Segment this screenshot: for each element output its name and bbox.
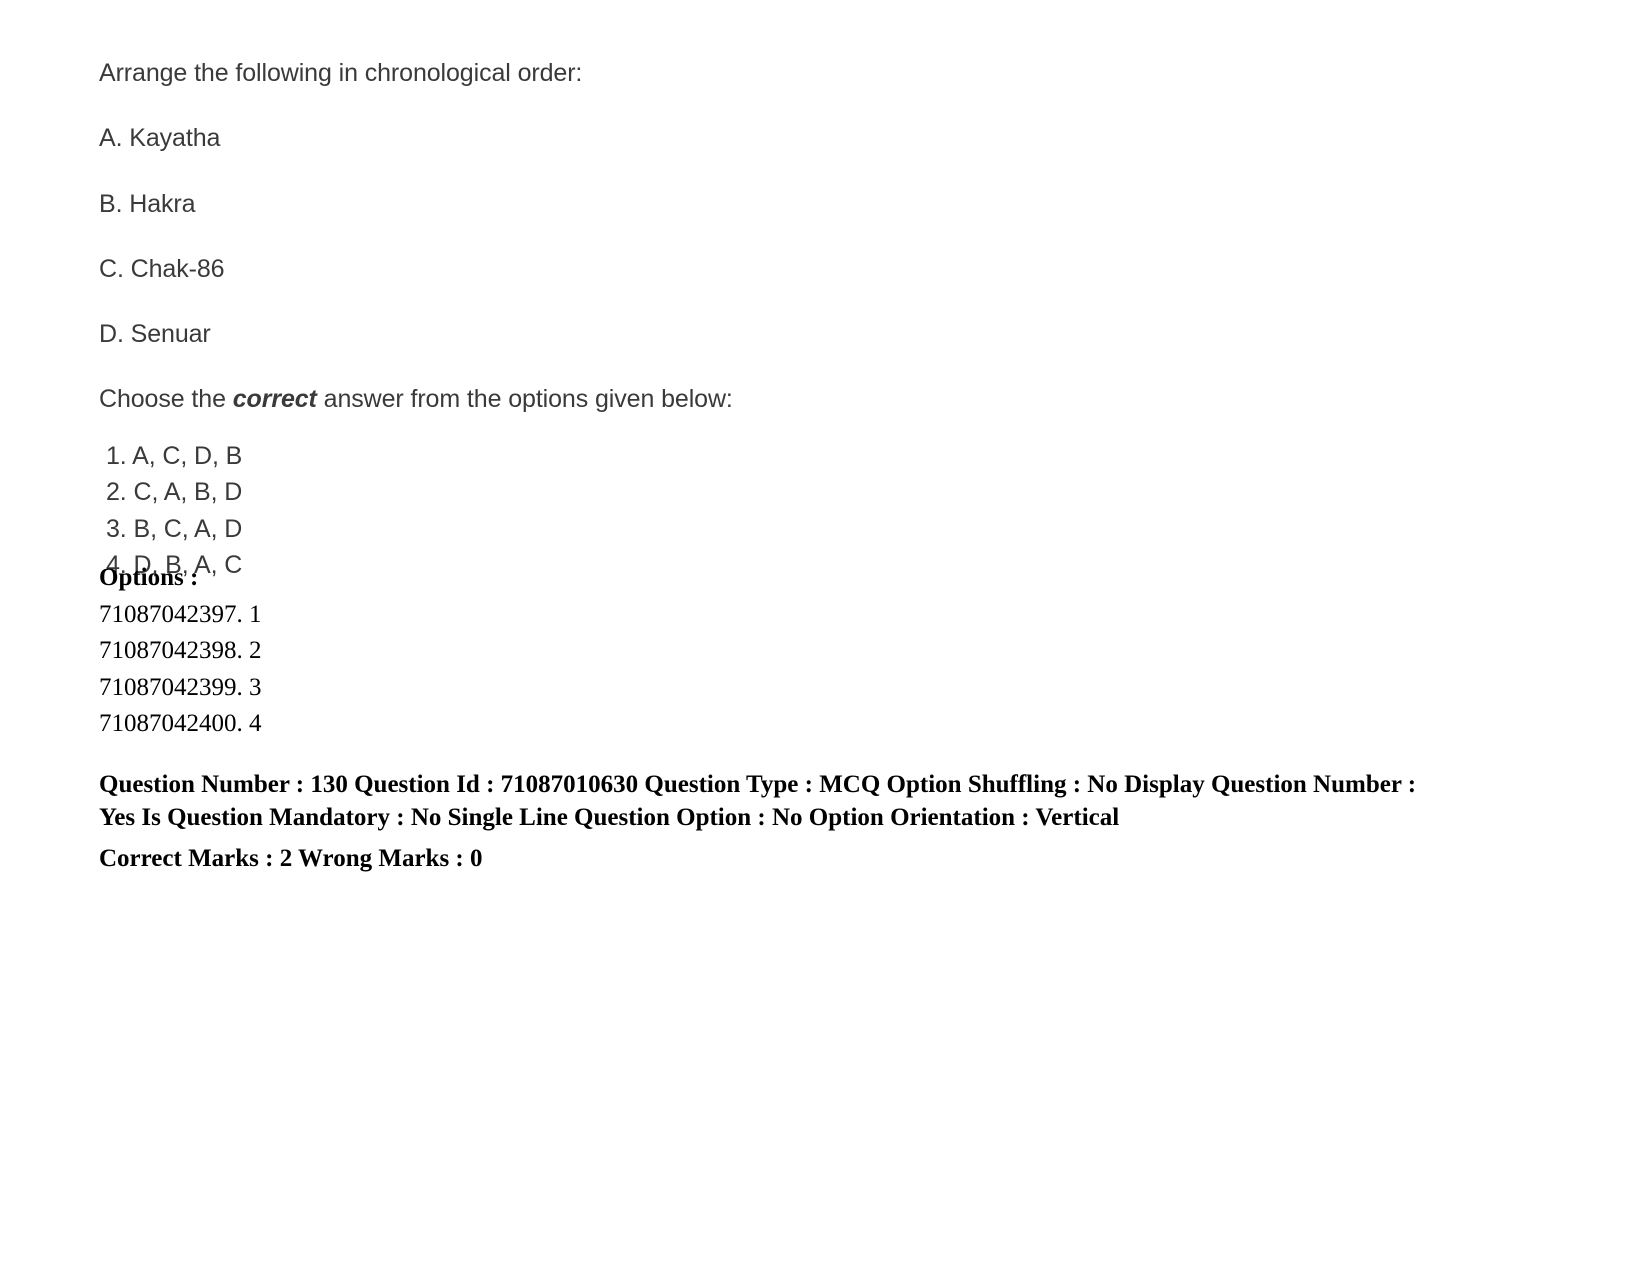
choose-instruction: Choose the correct answer from the optio… (99, 384, 1499, 415)
choose-instruction-prefix: Choose the (99, 385, 233, 414)
metadata-details: Question Number : 130 Question Id : 7108… (99, 771, 1417, 831)
statement-item-b: B. Hakra (99, 189, 196, 218)
option-id-entry-1: 71087042397. 1 (99, 600, 262, 628)
option-id-entry-3: 71087042399. 3 (99, 673, 262, 701)
choose-instruction-suffix: answer from the options given below: (316, 385, 733, 414)
option-id-entry-4: 71087042400. 4 (99, 710, 262, 737)
question-stem: Arrange the following in chronological o… (99, 59, 583, 87)
question-metadata: Question Number : 130 Question Id : 7108… (99, 768, 1429, 875)
question-body: Arrange the following in chronological o… (99, 58, 1499, 584)
statement-item-c: C. Chak-86 (99, 254, 225, 283)
options-id-block: Options : 71087042397. 1 71087042398. 2 … (99, 562, 1499, 743)
statement-item-d: D. Senuar (99, 320, 211, 348)
statement-item-a: A. Kayatha (99, 124, 221, 153)
answer-option-1[interactable]: 1. A, C, D, B (99, 438, 1499, 475)
option-id-entry-2: 71087042398. 2 (99, 637, 262, 664)
document-page: Arrange the following in chronological o… (0, 0, 1650, 1275)
answer-option-2[interactable]: 2. C, A, B, D (99, 474, 1499, 511)
answer-option-3[interactable]: 3. B, C, A, D (99, 511, 1499, 548)
metadata-marks: Correct Marks : 2 Wrong Marks : 0 (99, 845, 483, 872)
choose-instruction-emphasis: correct (232, 385, 317, 414)
options-heading: Options : (99, 564, 199, 591)
